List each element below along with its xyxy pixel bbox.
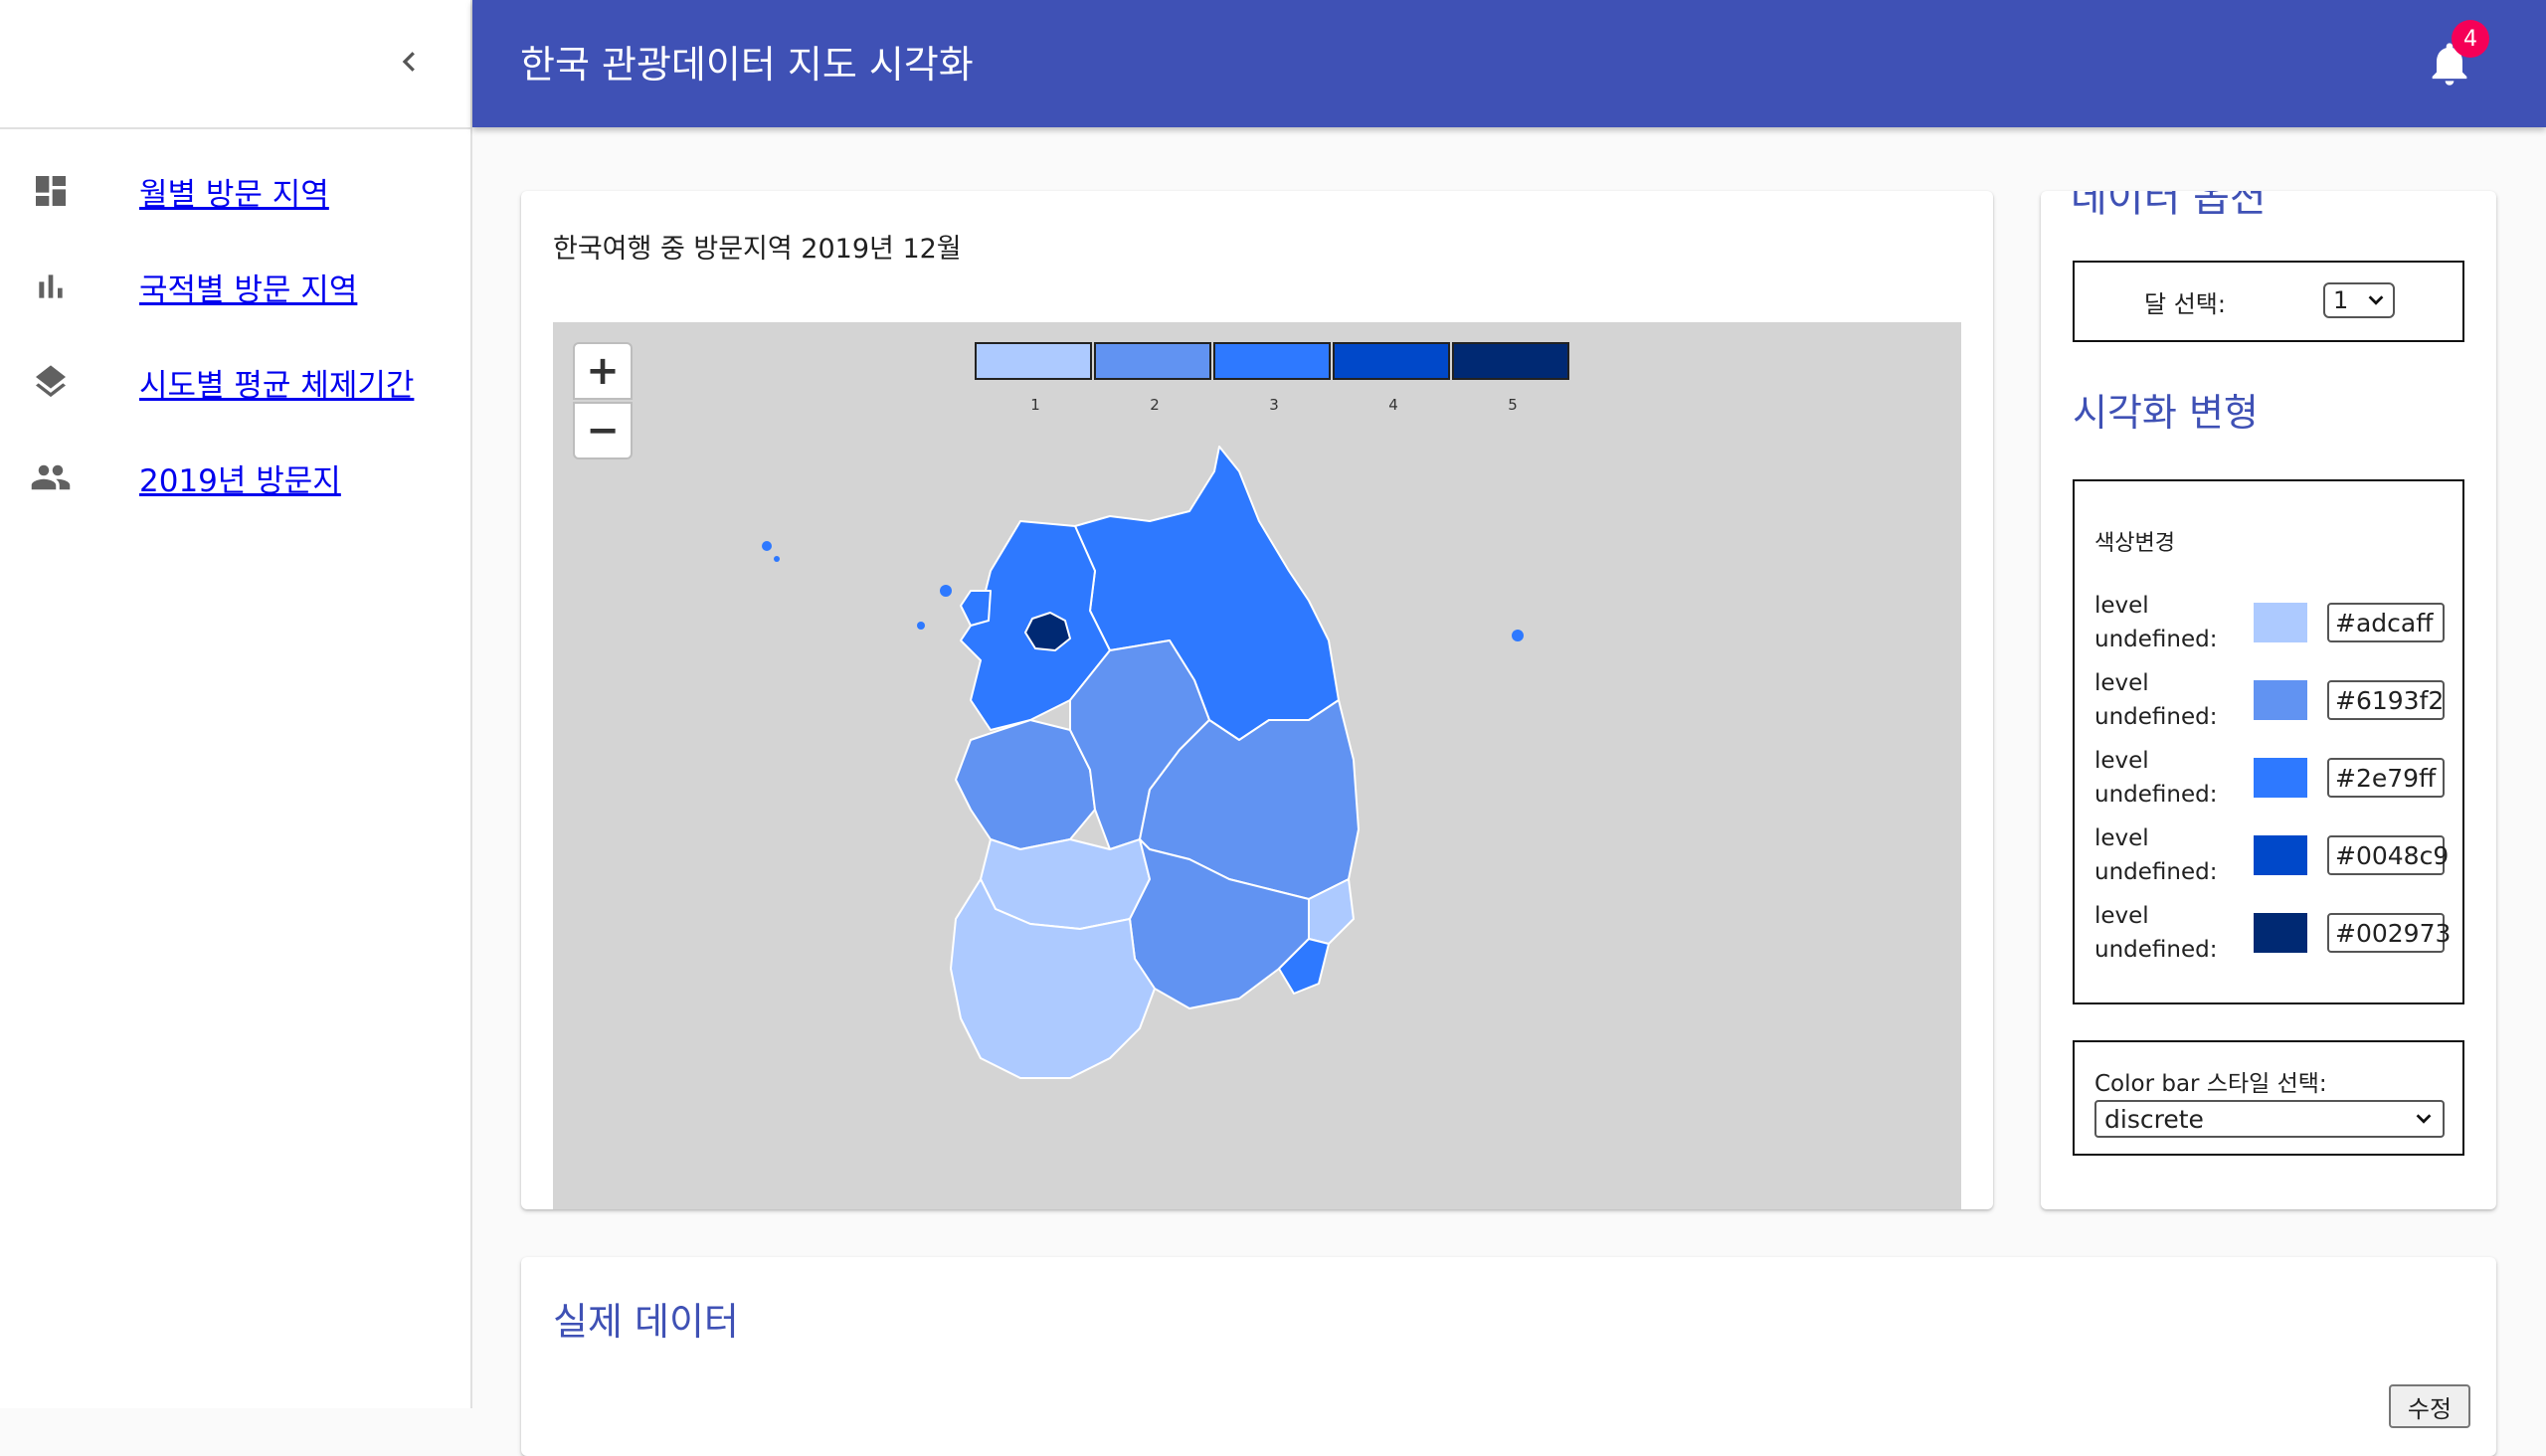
color-change-box: 색상변경 level undefined: #adcaff level unde…	[2073, 479, 2464, 1004]
level-label: level undefined:	[2094, 670, 2218, 730]
level-swatch[interactable]	[2254, 913, 2307, 953]
sidebar-item-nationality[interactable]: 국적별 방문 지역	[0, 247, 470, 326]
app-header: 한국 관광데이터 지도 시각화 4	[472, 0, 2546, 127]
visualization-title: 시각화 변형	[2073, 391, 2259, 435]
month-select-label: 달 선택:	[2144, 290, 2226, 318]
chevron-down-icon	[2368, 295, 2384, 305]
bar-chart-icon	[30, 266, 72, 307]
map-title: 한국여행 중 방문지역 2019년 12월	[553, 234, 962, 265]
sidebar-item-label[interactable]: 2019년 방문지	[139, 455, 341, 500]
level-row: level undefined: #6193f2	[2094, 666, 2453, 738]
chevron-down-icon	[2416, 1114, 2432, 1124]
level-label: level undefined:	[2094, 903, 2218, 963]
data-card: 실제 데이터 수정	[521, 1257, 2496, 1456]
level-swatch[interactable]	[2254, 758, 2307, 798]
sidebar-header	[0, 0, 470, 129]
level-row: level undefined: #2e79ff	[2094, 744, 2453, 816]
dashboard-icon	[30, 170, 72, 212]
level-swatch[interactable]	[2254, 835, 2307, 875]
month-select-box: 달 선택: 1	[2073, 261, 2464, 342]
level-row: level undefined: #0048c9	[2094, 821, 2453, 893]
sidebar-item-stay-duration[interactable]: 시도별 평균 체제기간	[0, 342, 470, 422]
level-row: level undefined: #adcaff	[2094, 589, 2453, 660]
colorbar-style-box: Color bar 스타일 선택: discrete	[2073, 1040, 2464, 1156]
data-title: 실제 데이터	[553, 1300, 739, 1344]
korea-choropleth-map	[762, 446, 1524, 1079]
region-incheon	[960, 590, 992, 627]
level-color-input[interactable]: #002973	[2327, 913, 2451, 953]
people-icon	[30, 456, 72, 498]
month-select[interactable]: 1	[2323, 282, 2395, 318]
notification-badge: 4	[2452, 20, 2489, 58]
sidebar-item-label[interactable]: 월별 방문 지역	[139, 169, 329, 214]
sidebar-item-2019-visits[interactable]: 2019년 방문지	[0, 438, 470, 517]
level-row: level undefined: #002973	[2094, 899, 2453, 971]
level-swatch[interactable]	[2254, 603, 2307, 642]
level-label: level undefined:	[2094, 748, 2218, 808]
page-title: 한국 관광데이터 지도 시각화	[520, 43, 974, 87]
month-select-value: 1	[2333, 286, 2349, 314]
sidebar: 월별 방문 지역 국적별 방문 지역 시도별 평균 체제기간 2019년 방문지	[0, 0, 472, 1408]
options-card: 데이터 옵션 달 선택: 1 시각화 변형 색상변경 level undefin…	[2041, 191, 2496, 1209]
sidebar-item-monthly[interactable]: 월별 방문 지역	[0, 151, 470, 231]
level-color-input[interactable]: #6193f2	[2327, 680, 2445, 720]
colorbar-style-label: Color bar 스타일 선택:	[2094, 1071, 2327, 1097]
collapse-sidebar-button[interactable]	[386, 38, 434, 86]
color-change-heading: 색상변경	[2094, 531, 2175, 556]
colorbar-style-select[interactable]: discrete	[2094, 1100, 2445, 1138]
level-color-input[interactable]: #adcaff	[2327, 603, 2445, 642]
sidebar-item-label[interactable]: 시도별 평균 체제기간	[139, 360, 414, 405]
chevron-left-icon	[402, 52, 415, 72]
level-label: level undefined:	[2094, 593, 2218, 652]
map-view[interactable]: + − 1 2 3 4 5	[553, 322, 1961, 1209]
options-title: 데이터 옵션	[2071, 191, 2267, 221]
level-color-input[interactable]: #2e79ff	[2327, 758, 2445, 798]
colorbar-style-value: discrete	[2104, 1104, 2204, 1134]
sidebar-item-label[interactable]: 국적별 방문 지역	[139, 265, 357, 309]
level-color-input[interactable]: #0048c9	[2327, 835, 2449, 875]
level-label: level undefined:	[2094, 825, 2218, 885]
layers-icon	[30, 361, 72, 403]
level-swatch[interactable]	[2254, 680, 2307, 720]
map-card: 한국여행 중 방문지역 2019년 12월 + − 1 2 3 4 5	[521, 191, 1993, 1209]
edit-button[interactable]: 수정	[2389, 1384, 2470, 1428]
